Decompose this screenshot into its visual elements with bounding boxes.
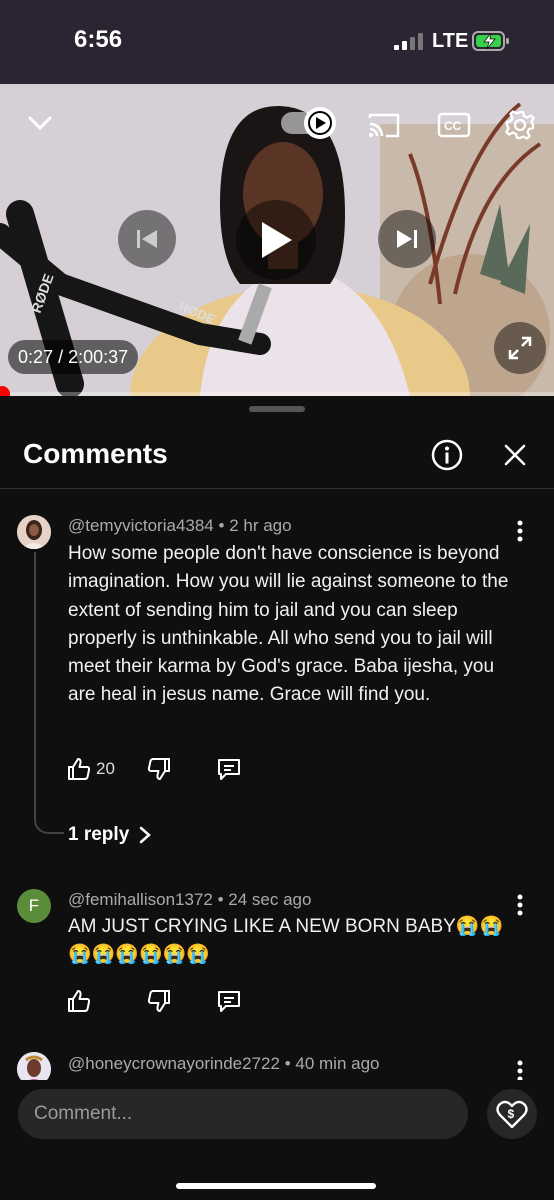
home-indicator xyxy=(176,1183,376,1189)
autoplay-toggle[interactable] xyxy=(280,106,338,140)
comment-text: How some people don't have conscience is… xyxy=(68,543,509,706)
thumbs-down-icon xyxy=(147,990,170,1012)
replies-label: 1 reply xyxy=(68,824,130,845)
dislike-button[interactable] xyxy=(146,756,172,782)
thumbs-down-icon xyxy=(147,758,170,780)
header-divider xyxy=(0,488,554,489)
comment-author[interactable]: @temyvictoria4384 xyxy=(68,516,214,535)
video-progress-bar[interactable] xyxy=(0,386,554,396)
comment-input[interactable] xyxy=(18,1089,468,1139)
svg-text:$: $ xyxy=(508,1107,515,1121)
thumbs-up-icon xyxy=(68,990,91,1012)
minimize-chevron-icon[interactable] xyxy=(20,108,60,138)
thumbs-up-icon xyxy=(68,758,91,780)
status-bar: 6:56 LTE xyxy=(0,0,554,84)
reply-comment-icon xyxy=(218,759,240,780)
dislike-button[interactable] xyxy=(146,988,172,1014)
like-button[interactable]: 20 xyxy=(66,756,115,782)
fullscreen-expand-icon[interactable] xyxy=(494,322,546,374)
like-button[interactable] xyxy=(66,988,96,1014)
view-replies-link[interactable]: 1 reply xyxy=(68,824,152,846)
drag-handle[interactable] xyxy=(249,406,305,412)
comment-text: AM JUST CRYING LIKE A NEW BORN BABY😭😭😭😭😭… xyxy=(68,916,504,966)
video-player[interactable]: RØDE RØDE CC 0:27 / 2:00:37 xyxy=(0,84,554,396)
time-separator: / xyxy=(58,347,64,367)
comment-meta: @temyvictoria4384 • 2 hr ago xyxy=(68,516,292,536)
reply-button[interactable] xyxy=(216,756,242,782)
avatar-letter: F xyxy=(28,896,40,915)
more-options-icon[interactable] xyxy=(508,890,532,920)
super-thanks-button[interactable]: $ xyxy=(487,1089,537,1139)
avatar[interactable] xyxy=(17,515,51,549)
video-duration: 2:00:37 xyxy=(68,347,129,367)
reply-button[interactable] xyxy=(216,988,242,1014)
reply-comment-icon xyxy=(218,991,240,1012)
closed-captions-icon[interactable]: CC xyxy=(434,108,474,142)
network-label: LTE xyxy=(432,30,469,52)
avatar[interactable]: F xyxy=(17,889,51,923)
info-icon[interactable] xyxy=(428,436,466,474)
comment-age: 40 min ago xyxy=(295,1054,380,1073)
next-video-button[interactable] xyxy=(378,210,436,268)
meta-separator: • xyxy=(218,516,225,535)
comment-age: 2 hr ago xyxy=(229,516,292,535)
svg-text:CC: CC xyxy=(444,119,462,133)
heart-dollar-icon: $ xyxy=(496,1100,528,1129)
battery-charging-icon xyxy=(472,31,509,51)
chevron-right-icon xyxy=(140,826,152,844)
status-time: 6:56 xyxy=(74,26,123,53)
meta-separator: • xyxy=(217,890,224,909)
cast-icon[interactable] xyxy=(364,108,404,142)
comment-meta: @honeycrownayorinde2722 • 40 min ago xyxy=(68,1054,380,1074)
comment-author[interactable]: @femihallison1372 xyxy=(68,890,213,909)
playback-time: 0:27 / 2:00:37 xyxy=(8,340,139,374)
current-time: 0:27 xyxy=(18,347,54,367)
comment-age: 24 sec ago xyxy=(228,890,312,909)
play-button[interactable] xyxy=(236,200,316,280)
settings-gear-icon[interactable] xyxy=(500,106,540,144)
like-count: 20 xyxy=(96,759,115,778)
meta-separator: • xyxy=(284,1054,291,1073)
thread-line xyxy=(34,552,64,834)
previous-video-button[interactable] xyxy=(118,210,176,268)
comment-meta: @femihallison1372 • 24 sec ago xyxy=(68,890,311,910)
comments-title: Comments xyxy=(23,438,168,469)
comment-author[interactable]: @honeycrownayorinde2722 xyxy=(68,1054,280,1073)
close-icon[interactable] xyxy=(496,436,534,474)
signal-icon xyxy=(394,32,424,50)
